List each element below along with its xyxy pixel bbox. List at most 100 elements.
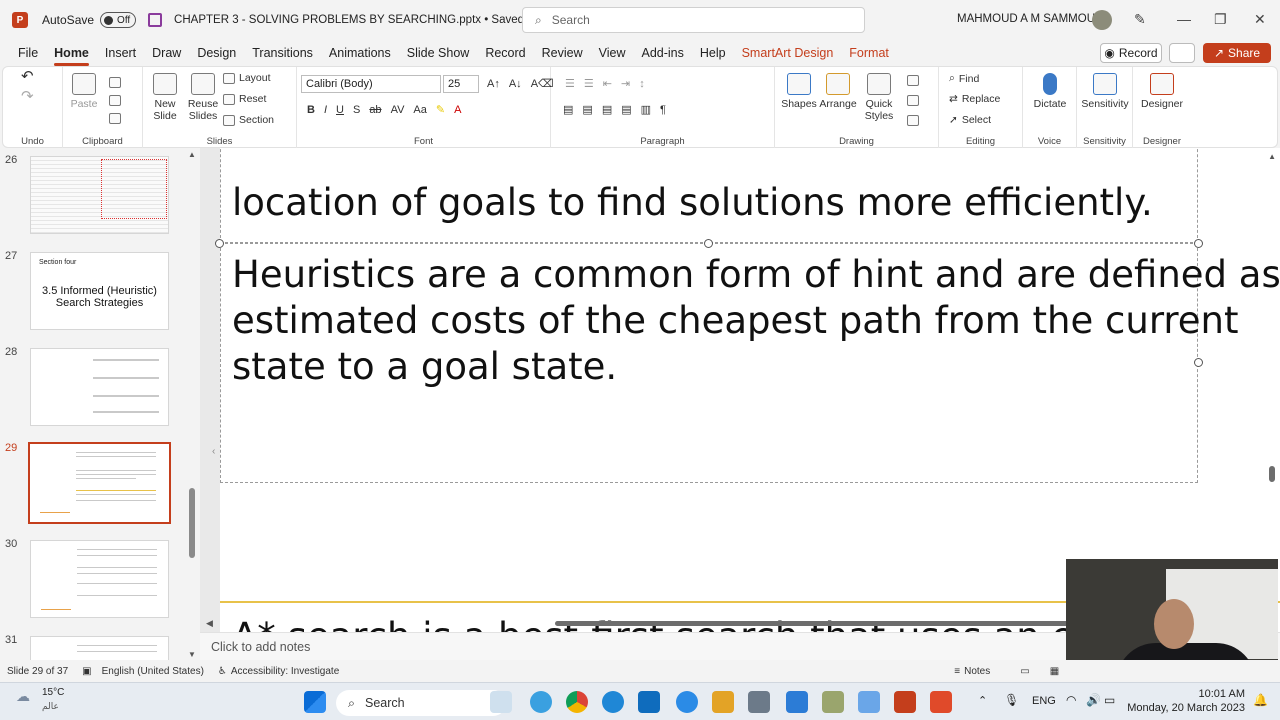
slide-thumbnail-27[interactable]: Section four 3.5 Informed (Heuristic) Se… <box>30 252 169 330</box>
layout-button[interactable]: Layout <box>223 72 271 84</box>
comments-icon[interactable] <box>1169 43 1195 63</box>
document-title[interactable]: CHAPTER 3 - SOLVING PROBLEMS BY SEARCHIN… <box>174 14 577 26</box>
cut-icon[interactable] <box>109 77 121 88</box>
tab-transitions[interactable]: Transitions <box>244 40 321 66</box>
volume-icon[interactable]: 🔊 <box>1086 693 1101 707</box>
microphone-tray-icon[interactable]: 🎙 <box>1004 693 1019 707</box>
numbering-icon[interactable]: ☰ <box>584 77 594 90</box>
tab-help[interactable]: Help <box>692 40 734 66</box>
slide-thumbnail-29-selected[interactable] <box>28 442 171 524</box>
tab-design[interactable]: Design <box>189 40 244 66</box>
redo-icon[interactable]: ↷ <box>21 89 34 104</box>
tab-file[interactable]: File <box>10 40 46 66</box>
bullets-icon[interactable]: ☰ <box>565 77 575 90</box>
battery-icon[interactable]: ▭ <box>1104 693 1115 707</box>
align-left-icon[interactable]: ▤ <box>563 103 573 116</box>
scroll-down-icon[interactable]: ▼ <box>188 650 196 659</box>
slide-thumbnail-26[interactable] <box>30 156 169 234</box>
columns-icon[interactable]: ▥ <box>641 103 651 116</box>
accessibility-status[interactable]: Accessibility: Investigate <box>231 666 339 677</box>
font-size-select[interactable]: 25 <box>443 75 479 93</box>
tab-record[interactable]: Record <box>477 40 533 66</box>
widgets-icon[interactable] <box>490 691 512 713</box>
chrome-icon[interactable] <box>566 691 588 713</box>
shadow-icon[interactable]: S <box>353 104 360 116</box>
weather-temp[interactable]: 15°C <box>42 687 64 698</box>
slide-body-text[interactable]: location of goals to find solutions more… <box>232 180 1153 226</box>
section-button[interactable]: Section <box>223 114 274 126</box>
slide-heuristics-line-3[interactable]: state to a goal state. <box>232 344 617 390</box>
scroll-up-icon[interactable]: ▲ <box>1268 152 1276 161</box>
collapse-chevron-icon[interactable]: ‹ <box>212 446 215 457</box>
slide-thumbnail-28[interactable] <box>30 348 169 426</box>
slide-thumbnail-30[interactable] <box>30 540 169 618</box>
justify-icon[interactable]: ▤ <box>621 103 631 116</box>
find-button[interactable]: ⌕ Find <box>949 72 979 85</box>
arrange-button[interactable]: Arrange <box>817 73 859 110</box>
scroll-left-icon[interactable]: ◀ <box>206 618 213 629</box>
designer-button[interactable]: Designer <box>1139 73 1185 110</box>
photos-icon[interactable] <box>858 691 880 713</box>
reuse-slides-button[interactable]: Reuse Slides <box>185 73 221 122</box>
strikethrough-icon[interactable]: ab <box>369 104 381 116</box>
input-language[interactable]: ENG <box>1032 695 1056 707</box>
tab-draw[interactable]: Draw <box>144 40 189 66</box>
close-icon[interactable]: ✕ <box>1254 11 1266 28</box>
align-right-icon[interactable]: ▤ <box>602 103 612 116</box>
slide-sorter-icon[interactable]: ▦ <box>1050 666 1059 677</box>
tab-slide-show[interactable]: Slide Show <box>399 40 478 66</box>
slide-thumbnail-31[interactable] <box>30 636 169 660</box>
vscode-icon[interactable] <box>786 691 808 713</box>
reset-button[interactable]: Reset <box>223 93 266 105</box>
thumbnail-scrollbar[interactable] <box>189 488 195 558</box>
slide-heuristics-line-2[interactable]: estimated costs of the cheapest path fro… <box>232 298 1239 344</box>
copy-icon[interactable] <box>109 95 121 106</box>
snipping-tool-icon[interactable] <box>822 691 844 713</box>
tab-animations[interactable]: Animations <box>321 40 399 66</box>
tab-smartart-design[interactable]: SmartArt Design <box>734 40 842 66</box>
outlook-icon[interactable] <box>638 691 660 713</box>
autosave-toggle[interactable]: Off <box>100 12 137 28</box>
font-family-select[interactable]: Calibri (Body) <box>301 75 441 93</box>
title-search-input[interactable]: ⌕ Search <box>522 7 865 33</box>
save-icon[interactable] <box>148 13 163 27</box>
paste-button[interactable]: Paste <box>69 73 99 110</box>
share-button[interactable]: ↗ Share <box>1203 43 1271 63</box>
weather-icon[interactable]: ☁ <box>16 688 30 705</box>
select-button[interactable]: ➚ Select <box>949 114 991 126</box>
windows-start-icon[interactable] <box>304 691 326 713</box>
italic-icon[interactable]: I <box>324 104 327 116</box>
font-color-icon[interactable]: A <box>454 104 461 116</box>
underline-icon[interactable]: U <box>336 104 344 116</box>
shape-fill-icon[interactable] <box>907 75 919 86</box>
shrink-font-icon[interactable]: A↓ <box>509 78 522 90</box>
tab-add-ins[interactable]: Add-ins <box>633 40 691 66</box>
taskbar-search[interactable]: ⌕ Search <box>336 690 506 716</box>
tab-insert[interactable]: Insert <box>97 40 144 66</box>
resize-handle[interactable] <box>215 239 224 248</box>
calculator-icon[interactable] <box>748 691 770 713</box>
pen-icon[interactable]: ✎ <box>1134 11 1146 28</box>
undo-icon[interactable]: ↶ <box>21 69 34 84</box>
tab-view[interactable]: View <box>591 40 634 66</box>
language-status[interactable]: English (United States) <box>102 666 204 677</box>
horizontal-scrollbar[interactable] <box>555 621 1073 626</box>
highlight-icon[interactable]: ✎ <box>436 103 445 116</box>
vertical-scrollbar[interactable] <box>1269 466 1275 482</box>
format-painter-icon[interactable] <box>109 113 121 124</box>
wifi-icon[interactable]: ◠ <box>1066 693 1076 707</box>
user-name[interactable]: MAHMOUD A M SAMMOUR <box>957 13 1103 25</box>
edge-icon[interactable] <box>602 691 624 713</box>
system-clock[interactable]: 10:01 AM Monday, 20 March 2023 <box>1127 687 1245 715</box>
resize-handle[interactable] <box>704 239 713 248</box>
dictate-button[interactable]: Dictate <box>1029 73 1071 110</box>
decrease-indent-icon[interactable]: ⇤ <box>603 77 612 90</box>
notification-icon[interactable]: 🔔 <box>1253 693 1268 707</box>
minimize-icon[interactable]: — <box>1177 11 1191 27</box>
shape-outline-icon[interactable] <box>907 95 919 106</box>
quick-styles-button[interactable]: Quick Styles <box>859 73 899 122</box>
camtasia-icon[interactable] <box>930 691 952 713</box>
scroll-up-icon[interactable]: ▲ <box>188 150 196 159</box>
edge-dev-icon[interactable] <box>530 691 552 713</box>
slide-heuristics-line-1[interactable]: Heuristics are a common form of hint and… <box>232 252 1280 298</box>
